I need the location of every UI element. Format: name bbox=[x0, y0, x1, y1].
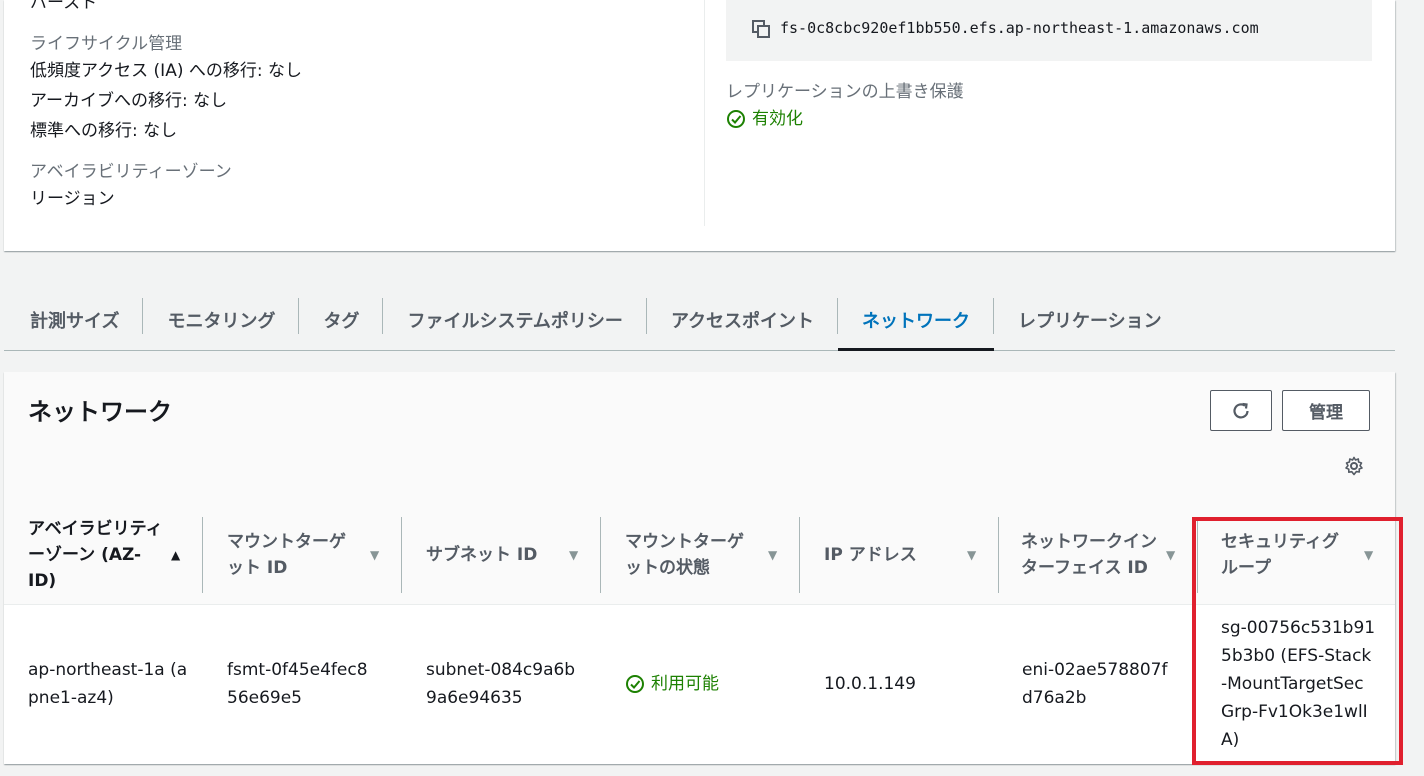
column-header-label: マウントターゲットの状態 bbox=[625, 532, 744, 578]
sort-icon: ▼ bbox=[768, 548, 778, 562]
table-row: ap-northeast-1a (apne1-az4) fsmt-0f45e4f… bbox=[4, 605, 1395, 763]
security-group-highlight-box bbox=[1192, 517, 1403, 765]
tab-replication[interactable]: レプリケーション bbox=[994, 290, 1186, 349]
column-header-label: サブネット ID bbox=[426, 545, 538, 565]
column-header-subnet-id[interactable]: サブネット ID ▼ bbox=[402, 505, 601, 605]
cell-mount-target-id: fsmt-0f45e4fec856e69e5 bbox=[227, 605, 377, 763]
replication-protection-value: 有効化 bbox=[752, 109, 803, 129]
dns-name-box: fs-0c8cbc920ef1bb550.efs.ap-northeast-1.… bbox=[726, 0, 1372, 61]
replication-protection-status: 有効化 bbox=[726, 104, 964, 134]
lifecycle-archive-value: アーカイブへの移行: なし bbox=[30, 91, 228, 111]
mount-target-state: 利用可能 bbox=[625, 669, 719, 699]
table-header: アベイラビリティーゾーン (AZ-ID) ▲ マウントターゲット ID ▼ サブ… bbox=[4, 505, 1395, 605]
tab-label: ファイルシステムポリシー bbox=[407, 310, 623, 332]
column-header-mount-target-id[interactable]: マウントターゲット ID ▼ bbox=[203, 505, 402, 605]
details-left-column: ライフサイクル管理 低頻度アクセス (IA) への移行: なし アーカイブへの移… bbox=[30, 32, 302, 228]
status-success-icon bbox=[727, 110, 745, 128]
subnet-id-link[interactable]: subnet-084c9a6b9a6e94635 bbox=[426, 656, 576, 712]
availability-zone-group: アベイラビリティーゾーン リージョン bbox=[30, 160, 302, 214]
sort-icon: ▼ bbox=[1166, 548, 1176, 562]
copy-icon[interactable] bbox=[752, 20, 770, 38]
replication-protection-group: レプリケーションの上書き保護 有効化 bbox=[726, 80, 964, 134]
tab-network[interactable]: ネットワーク bbox=[838, 290, 995, 351]
lifecycle-ia-value: 低頻度アクセス (IA) への移行: なし bbox=[30, 61, 302, 81]
column-header-label: アベイラビリティーゾーン (AZ-ID) bbox=[28, 519, 163, 591]
availability-zone-value: リージョン bbox=[30, 189, 115, 209]
lifecycle-group: ライフサイクル管理 低頻度アクセス (IA) への移行: なし アーカイブへの移… bbox=[30, 32, 302, 146]
dns-name-value: fs-0c8cbc920ef1bb550.efs.ap-northeast-1.… bbox=[780, 19, 1259, 37]
sort-icon: ▼ bbox=[569, 548, 579, 562]
tab-label: タグ bbox=[323, 310, 360, 332]
replication-protection-label: レプリケーションの上書き保護 bbox=[726, 82, 964, 102]
column-header-network-interface-id[interactable]: ネットワークインターフェイス ID ▼ bbox=[999, 505, 1198, 605]
tab-metered-size[interactable]: 計測サイズ bbox=[4, 290, 144, 349]
mount-target-state-value: 利用可能 bbox=[651, 674, 719, 694]
cell-network-interface-id[interactable]: eni-02ae578807fd76a2b bbox=[1022, 605, 1177, 763]
cell-subnet-id[interactable]: subnet-084c9a6b9a6e94635 bbox=[426, 605, 576, 763]
column-header-az[interactable]: アベイラビリティーゾーン (AZ-ID) ▲ bbox=[4, 505, 203, 605]
column-divider bbox=[704, 0, 705, 226]
panel-header: ネットワーク 管理 bbox=[4, 372, 1395, 505]
cell-ip-address: 10.0.1.149 bbox=[824, 605, 974, 763]
mount-target-id-value: fsmt-0f45e4fec856e69e5 bbox=[227, 660, 368, 708]
column-header-ip-address[interactable]: IP アドレス ▼ bbox=[800, 505, 999, 605]
tab-access-points[interactable]: アクセスポイント bbox=[647, 290, 839, 349]
availability-zone-label: アベイラビリティーゾーン bbox=[30, 162, 232, 182]
tab-monitoring[interactable]: モニタリング bbox=[143, 290, 300, 349]
panel-title: ネットワーク bbox=[28, 398, 172, 426]
tab-tags[interactable]: タグ bbox=[299, 290, 384, 349]
lifecycle-label: ライフサイクル管理 bbox=[30, 34, 183, 54]
tab-label: アクセスポイント bbox=[670, 310, 815, 332]
cell-state: 利用可能 bbox=[625, 605, 785, 763]
file-system-details-panel: バースト ライフサイクル管理 低頻度アクセス (IA) への移行: なし アーカ… bbox=[4, 0, 1395, 251]
gear-icon[interactable] bbox=[1344, 456, 1364, 476]
lifecycle-standard-value: 標準への移行: なし bbox=[30, 121, 178, 141]
status-success-icon bbox=[626, 675, 644, 693]
tab-file-system-policy[interactable]: ファイルシステムポリシー bbox=[383, 290, 647, 349]
ip-address-value: 10.0.1.149 bbox=[824, 674, 916, 694]
tab-label: 計測サイズ bbox=[30, 310, 120, 332]
sort-ascending-icon: ▲ bbox=[171, 548, 181, 562]
network-interface-id-link[interactable]: eni-02ae578807fd76a2b bbox=[1022, 656, 1177, 712]
truncated-value: バースト bbox=[30, 0, 98, 13]
az-value: ap-northeast-1a (apne1-az4) bbox=[28, 660, 188, 708]
column-header-label: IP アドレス bbox=[824, 545, 917, 565]
column-header-label: マウントターゲット ID bbox=[227, 532, 346, 578]
tab-label: ネットワーク bbox=[862, 310, 971, 332]
column-header-mount-target-state[interactable]: マウントターゲットの状態 ▼ bbox=[601, 505, 800, 605]
cell-az: ap-northeast-1a (apne1-az4) bbox=[28, 605, 188, 763]
refresh-button[interactable] bbox=[1210, 390, 1272, 431]
network-panel: ネットワーク 管理 アベイラビリティーゾーン (AZ-ID) ▲ マウントターゲ… bbox=[4, 372, 1395, 764]
refresh-icon bbox=[1233, 402, 1249, 419]
tab-label: レプリケーション bbox=[1018, 310, 1162, 332]
manage-button[interactable]: 管理 bbox=[1282, 390, 1370, 431]
detail-tabs: 計測サイズ モニタリング タグ ファイルシステムポリシー アクセスポイント ネッ… bbox=[4, 290, 1395, 351]
sort-icon: ▼ bbox=[370, 548, 380, 562]
column-header-label: ネットワークインターフェイス ID bbox=[1021, 532, 1157, 578]
sort-icon: ▼ bbox=[967, 548, 977, 562]
tab-label: モニタリング bbox=[167, 310, 276, 332]
